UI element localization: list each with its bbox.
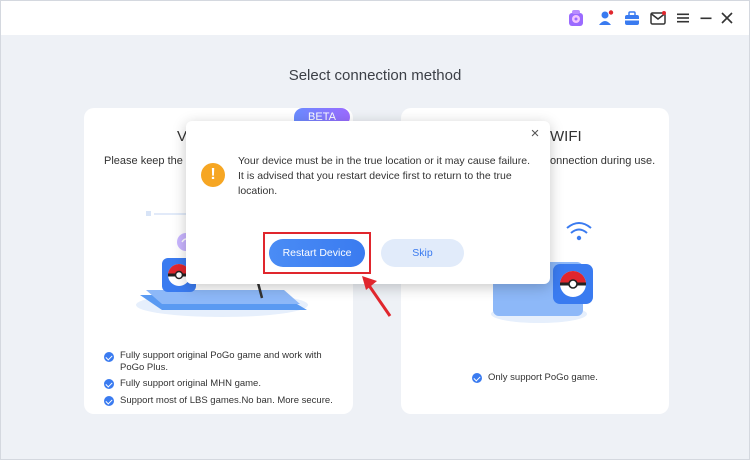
skip-button[interactable]: Skip bbox=[381, 239, 464, 267]
toolbox-icon[interactable] bbox=[623, 9, 641, 27]
user-icon[interactable] bbox=[597, 9, 615, 27]
feature-item: Fully support original MHN game. bbox=[120, 378, 261, 389]
dialog-message: Your device must be in the true location… bbox=[238, 155, 531, 197]
mail-icon[interactable] bbox=[649, 9, 667, 27]
title-bar bbox=[1, 1, 749, 35]
page-title: Select connection method bbox=[288, 67, 462, 84]
warning-icon: ! bbox=[201, 163, 225, 187]
feature-item: Fully support original PoGo game and wor… bbox=[120, 350, 322, 373]
gift-icon[interactable] bbox=[567, 9, 585, 27]
check-icon bbox=[472, 373, 482, 383]
arrow-annotation bbox=[362, 276, 392, 317]
restart-device-button[interactable]: Restart Device bbox=[269, 239, 365, 267]
app-window: Select connection method V Please keep t… bbox=[0, 0, 750, 460]
check-icon bbox=[104, 352, 114, 362]
card-title: WIFI bbox=[550, 128, 582, 145]
check-icon bbox=[104, 396, 114, 406]
card-subtitle: onnection during use. bbox=[550, 155, 656, 167]
feature-item: Only support PoGo game. bbox=[488, 372, 598, 383]
dialog-close-button[interactable]: × bbox=[527, 126, 543, 142]
check-icon bbox=[104, 379, 114, 389]
feature-item: Support most of LBS games.No ban. More s… bbox=[120, 395, 333, 406]
menu-icon[interactable] bbox=[674, 9, 692, 27]
card-subtitle: Please keep the B bbox=[104, 155, 194, 167]
warning-dialog: × ! Your device must be in the true loca… bbox=[186, 121, 550, 284]
close-icon[interactable] bbox=[718, 9, 736, 27]
minimize-icon[interactable] bbox=[697, 9, 715, 27]
